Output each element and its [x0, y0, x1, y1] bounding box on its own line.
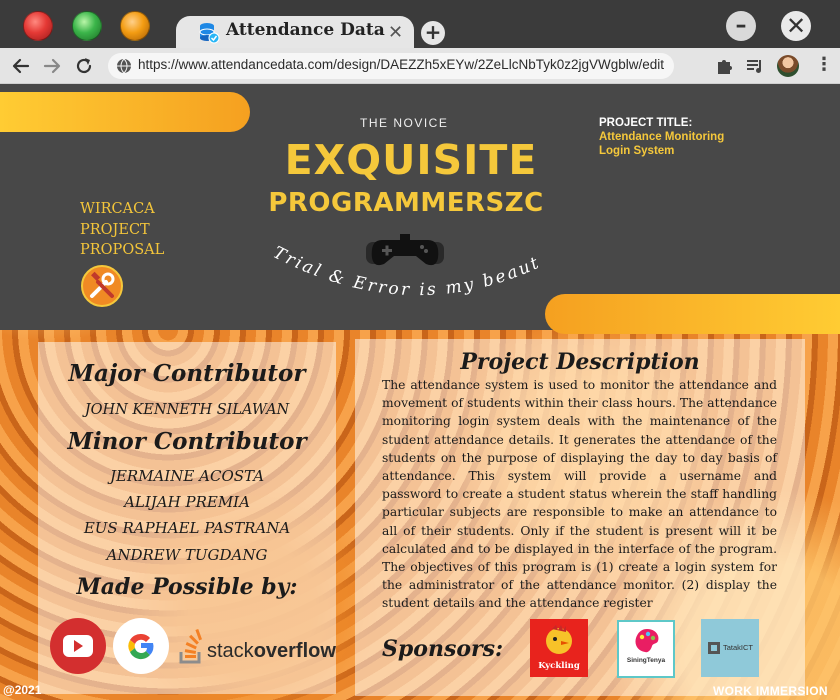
major-contributor-heading: Major Contributor — [68, 360, 306, 387]
close-window-icon[interactable]: ✕ — [781, 11, 811, 41]
stackoverflow-logo: stackoverflow — [179, 628, 336, 668]
minor-contributor-name: ALIJAH PREMIA — [124, 493, 250, 511]
browser-tab[interactable]: Attendance Data ✕ — [176, 16, 414, 48]
sponsor-name: TatakICT — [723, 643, 754, 652]
wordmark-overflow: overflow — [253, 640, 336, 662]
puzzle-icon[interactable] — [715, 56, 735, 76]
page-subtitle: PROGRAMMERSZC — [268, 188, 544, 218]
proposal-line: PROJECT — [80, 221, 150, 238]
tab-title: Attendance Data — [226, 20, 385, 40]
decor-stripe-bottom — [545, 294, 840, 334]
wordmark-stack: stack — [207, 640, 254, 662]
minimize-dot[interactable] — [120, 11, 150, 41]
chicken-icon — [546, 625, 572, 654]
sponsor-tatakict-logo: TatakICT — [701, 619, 759, 677]
minor-contributor-heading: Minor Contributor — [67, 428, 307, 455]
tools-icon — [81, 265, 123, 307]
sponsor-name: Kyckling — [538, 661, 580, 671]
description-panel: Project Description The attendance syste… — [355, 339, 805, 696]
address-bar[interactable]: https://www.attendancedata.com/design/DA… — [108, 53, 674, 79]
stackoverflow-wordmark: stackoverflow — [207, 640, 336, 663]
page-title: EXQUISITE — [284, 136, 538, 184]
sponsor-siningtenya-logo: SiningTenya — [617, 620, 675, 678]
project-title-label: PROJECT TITLE: — [599, 117, 693, 129]
back-arrow-icon[interactable] — [10, 55, 32, 77]
sponsors-heading: Sponsors: — [382, 636, 504, 662]
url-text: https://www.attendancedata.com/design/DA… — [138, 57, 664, 72]
description-heading: Project Description — [460, 349, 700, 375]
contributors-panel: Major Contributor JOHN KENNETH SILAWAN M… — [38, 342, 336, 694]
sponsor-kyckling-logo: Kyckling — [530, 619, 588, 677]
decor-stripe-top — [0, 92, 250, 132]
made-possible-heading: Made Possible by: — [76, 574, 298, 600]
close-dot[interactable] — [23, 11, 53, 41]
globe-icon — [117, 58, 131, 74]
avatar[interactable] — [777, 55, 799, 77]
browser-toolbar: https://www.attendancedata.com/design/DA… — [0, 48, 840, 84]
reload-icon[interactable] — [73, 55, 95, 77]
project-title-line: Attendance Monitoring — [599, 131, 725, 143]
hero-banner: WIRCACA PROJECT PROPOSAL THE NOVICE EXQU… — [0, 84, 840, 334]
more-icon[interactable]: ⋮ — [815, 54, 833, 76]
forward-arrow-icon[interactable] — [41, 55, 63, 77]
minor-contributor-name: JERMAINE ACOSTA — [109, 467, 265, 485]
tagline-text: Trial & Error is my beauty — [262, 242, 542, 300]
stackoverflow-icon — [179, 628, 202, 664]
footer-label: WORK IMMERSION — [713, 684, 828, 698]
playlist-icon[interactable] — [745, 56, 765, 76]
proposal-label: WIRCACA PROJECT PROPOSAL — [80, 199, 164, 261]
plus-icon[interactable]: + — [421, 21, 445, 45]
kicker-text: THE NOVICE — [360, 116, 449, 130]
page-canvas: WIRCACA PROJECT PROPOSAL THE NOVICE EXQU… — [0, 84, 840, 700]
palette-icon — [635, 629, 659, 653]
proposal-line: WIRCACA — [80, 201, 155, 217]
close-icon[interactable]: ✕ — [388, 24, 403, 42]
description-body: The attendance system is used to monitor… — [382, 378, 777, 611]
tagline: Trial & Error is my beauty — [262, 242, 544, 300]
minor-contributor-name: ANDREW TUGDANG — [106, 546, 268, 564]
major-contributor-name: JOHN KENNETH SILAWAN — [84, 402, 290, 418]
project-title-line: Login System — [599, 145, 675, 157]
minimize-icon[interactable]: – — [726, 11, 756, 41]
svg-text:Trial & Error is my beauty: Trial & Error is my beauty — [262, 242, 544, 300]
project-title-value: Attendance Monitoring Login System — [599, 130, 724, 158]
footer-copyright: @2021 — [3, 683, 42, 697]
proposal-line: PROPOSAL — [80, 242, 165, 258]
google-logo — [113, 618, 169, 674]
database-icon — [199, 23, 220, 44]
sponsor-name: SiningTenya — [626, 657, 666, 664]
title-bar: Attendance Data ✕ + – ✕ — [0, 0, 840, 48]
youtube-logo — [50, 618, 106, 674]
minor-contributor-name: EUS RAPHAEL PASTRANA — [83, 519, 291, 537]
stamp-icon — [708, 642, 720, 654]
maximize-dot[interactable] — [72, 11, 102, 41]
